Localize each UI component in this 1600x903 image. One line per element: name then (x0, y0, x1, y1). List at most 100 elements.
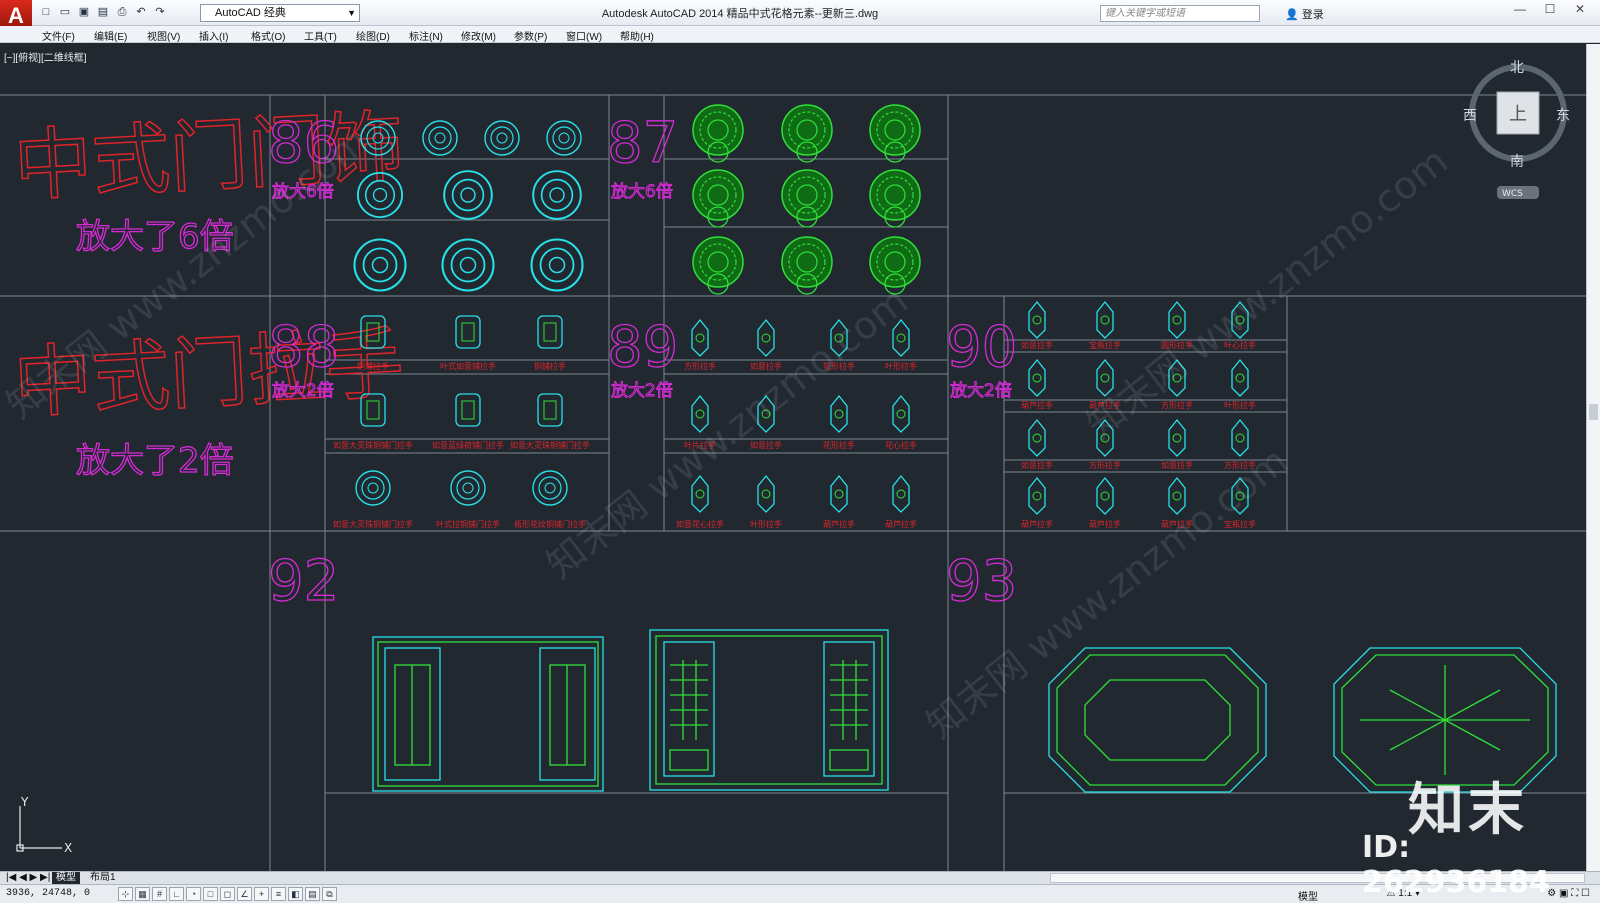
login-button[interactable]: 👤 登录 (1285, 6, 1324, 22)
grid-icon[interactable]: # (152, 887, 167, 901)
caption-88-5: 如意大灵珠铜铺门拉手 (510, 440, 590, 450)
selection-cycling-icon[interactable]: ⧉ (322, 887, 337, 901)
close-icon[interactable]: ✕ (1560, 2, 1600, 16)
drawing-canvas[interactable]: 中式门门饰 放大了6倍 中式门拉手 放大了2倍 86 87 88 89 90 9… (0, 44, 1600, 871)
viewcube-west[interactable]: 西 (1463, 108, 1477, 124)
caption-88-1: 叶式如意铺拉手 (440, 361, 496, 371)
viewport-controls[interactable]: [−][俯视][二维线框] (4, 49, 87, 64)
menu-dimension[interactable]: 标注(N) (409, 28, 443, 43)
menu-help[interactable]: 帮助(H) (620, 28, 654, 43)
drafting-toggles: ⊹ ▦ # ∟ ◔ □ ◻ ∠ + ≡ ◧ ▤ ⧉ (118, 887, 337, 901)
viewcube-south[interactable]: 南 (1510, 154, 1524, 170)
viewcube-east[interactable]: 东 (1556, 108, 1570, 124)
menu-tools[interactable]: 工具(T) (304, 28, 337, 43)
workspace-select[interactable]: AutoCAD 经典 ▼ (200, 4, 360, 22)
redo-icon[interactable]: ↷ (152, 4, 168, 20)
scroll-thumb[interactable] (1589, 404, 1598, 420)
panel-number-87: 87 (607, 111, 678, 176)
panel-number-92: 92 (268, 549, 339, 614)
print-icon[interactable]: ⎙ (114, 4, 130, 20)
heading-door-handles-scale: 放大了2倍 (76, 441, 234, 481)
caption-88-0: 铜铺拉手 (357, 361, 389, 371)
caption-90-8: 如意拉手 (1021, 460, 1053, 470)
help-search-input[interactable]: 键入关键字或短语 (1100, 5, 1260, 22)
window-title: Autodesk AutoCAD 2014 精品中式花格元素--更新三.dwg (601, 8, 879, 20)
panel-92-door-frame-left (372, 636, 604, 792)
watermark-diagonal-2: 知末网 www.znzmo.com (538, 279, 916, 587)
new-file-icon[interactable]: □ (38, 4, 54, 20)
vertical-scrollbar[interactable] (1586, 44, 1600, 871)
polar-icon[interactable]: ◔ (186, 887, 201, 901)
layout-tab-bar: |◀ ◀ ▶ ▶| 模型 布局1 (0, 871, 1600, 885)
ortho-icon[interactable]: ∟ (169, 887, 184, 901)
caption-90-9: 方形拉手 (1089, 460, 1121, 470)
panel-number-89: 89 (607, 315, 678, 380)
transparency-icon[interactable]: ◧ (288, 887, 303, 901)
open-file-icon[interactable]: ▭ (57, 4, 73, 20)
menu-draw[interactable]: 绘图(D) (356, 28, 390, 43)
caption-89-11: 葫芦拉手 (885, 519, 917, 529)
caption-90-12: 葫芦拉手 (1021, 519, 1053, 529)
caption-89-5: 如意拉手 (750, 440, 782, 450)
caption-90-0: 如意拉手 (1021, 340, 1053, 350)
caption-88-7: 叶式拉铜铺门拉手 (436, 519, 500, 529)
menu-modify[interactable]: 修改(M) (461, 28, 496, 43)
panel-number-93: 93 (946, 549, 1017, 614)
caption-89-10: 葫芦拉手 (823, 519, 855, 529)
menu-parameters[interactable]: 参数(P) (514, 28, 547, 43)
viewcube-top[interactable]: 上 (1509, 104, 1527, 125)
panel-87-lion-heads (692, 104, 921, 295)
save-as-icon[interactable]: ▤ (95, 4, 111, 20)
undo-icon[interactable]: ↶ (133, 4, 149, 20)
title-bar: A □ ▭ ▣ ▤ ⎙ ↶ ↷ AutoCAD 经典 ▼ Autodesk Au… (0, 0, 1600, 34)
menu-edit[interactable]: 编辑(E) (94, 28, 127, 43)
caption-90-7: 叶形拉手 (1224, 400, 1256, 410)
ucs-y-label: Y (20, 795, 29, 809)
panel-92-door-frame-right (649, 629, 889, 791)
osnap-icon[interactable]: □ (203, 887, 218, 901)
login-label: 登录 (1301, 9, 1324, 21)
menu-view[interactable]: 视图(V) (147, 28, 180, 43)
menu-bar: 文件(F) 编辑(E) 视图(V) 插入(I) 格式(O) 工具(T) 绘图(D… (0, 26, 1600, 43)
caption-89-0: 方形拉手 (684, 361, 716, 371)
lineweight-icon[interactable]: ≡ (271, 887, 286, 901)
caption-89-6: 花形拉手 (823, 440, 855, 450)
viewcube-north[interactable]: 北 (1510, 60, 1524, 76)
menu-insert[interactable]: 插入(I) (199, 28, 228, 43)
caption-88-3: 如意大灵珠铜铺门拉手 (333, 440, 413, 450)
quick-properties-icon[interactable]: ▤ (305, 887, 320, 901)
otrack-icon[interactable]: ◻ (220, 887, 235, 901)
caption-90-1: 宝瓶拉手 (1089, 340, 1121, 350)
ucs-icon (16, 806, 62, 852)
caption-88-4: 如意蓝绿荷铺门拉手 (432, 440, 504, 450)
infer-constraints-icon[interactable]: ⊹ (118, 887, 133, 901)
status-bar: 3936, 24748, 0 ⊹ ▦ # ∟ ◔ □ ◻ ∠ + ≡ ◧ ▤ ⧉… (0, 884, 1600, 903)
wcs-menu[interactable]: WCS (1502, 189, 1523, 199)
ducs-icon[interactable]: ∠ (237, 887, 252, 901)
watermark-id: ID: 262936184 (1362, 830, 1550, 900)
dyn-icon[interactable]: + (254, 887, 269, 901)
caption-89-8: 如意花心拉手 (676, 519, 724, 529)
model-space-button[interactable]: 模型 (1298, 888, 1318, 903)
panel-scale-90: 放大2倍 (950, 381, 1012, 401)
coordinate-readout: 3936, 24748, 0 (6, 888, 91, 899)
save-icon[interactable]: ▣ (76, 4, 92, 20)
caption-90-10: 如意拉手 (1161, 460, 1193, 470)
menu-format[interactable]: 格式(O) (251, 28, 285, 43)
snap-icon[interactable]: ▦ (135, 887, 150, 901)
viewcube[interactable]: 上 北 南 西 东 WCS (1463, 60, 1570, 199)
panel-scale-88: 放大2倍 (272, 381, 334, 401)
quick-access-toolbar: □ ▭ ▣ ▤ ⎙ ↶ ↷ (38, 4, 168, 20)
menu-file[interactable]: 文件(F) (42, 28, 75, 43)
panel-number-90: 90 (946, 315, 1017, 380)
workspace-label: AutoCAD 经典 (215, 7, 286, 19)
panel-scale-89: 放大2倍 (611, 381, 673, 401)
caption-89-9: 叶形拉手 (750, 519, 782, 529)
panel-number-88: 88 (268, 315, 339, 380)
caption-90-13: 葫芦拉手 (1089, 519, 1121, 529)
panel-scale-87: 放大6倍 (611, 182, 673, 202)
caption-89-7: 花心拉手 (885, 440, 917, 450)
menu-window[interactable]: 窗口(W) (566, 28, 602, 43)
ucs-x-label: X (64, 841, 72, 855)
caption-89-3: 叶形拉手 (885, 361, 917, 371)
